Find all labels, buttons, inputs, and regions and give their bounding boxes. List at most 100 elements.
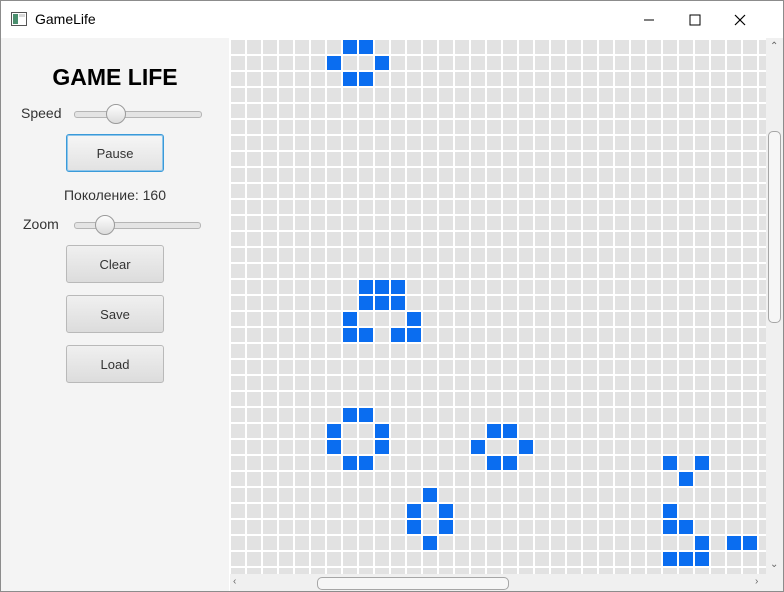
dead-cell[interactable] <box>551 120 565 134</box>
dead-cell[interactable] <box>279 200 293 214</box>
dead-cell[interactable] <box>567 376 581 390</box>
dead-cell[interactable] <box>567 504 581 518</box>
dead-cell[interactable] <box>359 536 373 550</box>
dead-cell[interactable] <box>231 376 245 390</box>
live-cell[interactable] <box>359 72 373 86</box>
dead-cell[interactable] <box>583 456 597 470</box>
scroll-right-icon[interactable]: › <box>755 577 758 587</box>
dead-cell[interactable] <box>487 296 501 310</box>
dead-cell[interactable] <box>535 152 549 166</box>
dead-cell[interactable] <box>231 344 245 358</box>
dead-cell[interactable] <box>407 456 421 470</box>
dead-cell[interactable] <box>279 88 293 102</box>
dead-cell[interactable] <box>647 152 661 166</box>
dead-cell[interactable] <box>567 312 581 326</box>
dead-cell[interactable] <box>743 264 757 278</box>
dead-cell[interactable] <box>439 200 453 214</box>
dead-cell[interactable] <box>263 328 277 342</box>
dead-cell[interactable] <box>247 440 261 454</box>
dead-cell[interactable] <box>551 232 565 246</box>
dead-cell[interactable] <box>679 72 693 86</box>
dead-cell[interactable] <box>471 408 485 422</box>
dead-cell[interactable] <box>599 408 613 422</box>
dead-cell[interactable] <box>407 56 421 70</box>
dead-cell[interactable] <box>231 328 245 342</box>
dead-cell[interactable] <box>327 104 341 118</box>
live-cell[interactable] <box>663 456 677 470</box>
dead-cell[interactable] <box>455 56 469 70</box>
dead-cell[interactable] <box>487 552 501 566</box>
dead-cell[interactable] <box>519 232 533 246</box>
dead-cell[interactable] <box>535 552 549 566</box>
dead-cell[interactable] <box>535 328 549 342</box>
dead-cell[interactable] <box>663 408 677 422</box>
dead-cell[interactable] <box>599 216 613 230</box>
dead-cell[interactable] <box>407 536 421 550</box>
dead-cell[interactable] <box>631 456 645 470</box>
dead-cell[interactable] <box>231 200 245 214</box>
dead-cell[interactable] <box>711 264 725 278</box>
dead-cell[interactable] <box>247 232 261 246</box>
dead-cell[interactable] <box>407 344 421 358</box>
dead-cell[interactable] <box>631 72 645 86</box>
dead-cell[interactable] <box>647 248 661 262</box>
dead-cell[interactable] <box>455 520 469 534</box>
dead-cell[interactable] <box>535 520 549 534</box>
dead-cell[interactable] <box>343 344 357 358</box>
dead-cell[interactable] <box>247 312 261 326</box>
dead-cell[interactable] <box>647 456 661 470</box>
dead-cell[interactable] <box>295 488 309 502</box>
dead-cell[interactable] <box>263 296 277 310</box>
dead-cell[interactable] <box>407 552 421 566</box>
dead-cell[interactable] <box>583 136 597 150</box>
dead-cell[interactable] <box>247 56 261 70</box>
dead-cell[interactable] <box>295 344 309 358</box>
dead-cell[interactable] <box>247 328 261 342</box>
dead-cell[interactable] <box>279 376 293 390</box>
dead-cell[interactable] <box>727 56 741 70</box>
dead-cell[interactable] <box>407 376 421 390</box>
dead-cell[interactable] <box>599 200 613 214</box>
dead-cell[interactable] <box>647 200 661 214</box>
dead-cell[interactable] <box>599 504 613 518</box>
dead-cell[interactable] <box>359 56 373 70</box>
dead-cell[interactable] <box>263 152 277 166</box>
dead-cell[interactable] <box>295 152 309 166</box>
dead-cell[interactable] <box>583 360 597 374</box>
dead-cell[interactable] <box>487 392 501 406</box>
dead-cell[interactable] <box>567 360 581 374</box>
dead-cell[interactable] <box>343 136 357 150</box>
dead-cell[interactable] <box>295 504 309 518</box>
dead-cell[interactable] <box>679 104 693 118</box>
dead-cell[interactable] <box>567 40 581 54</box>
dead-cell[interactable] <box>327 264 341 278</box>
dead-cell[interactable] <box>359 424 373 438</box>
dead-cell[interactable] <box>567 280 581 294</box>
dead-cell[interactable] <box>263 88 277 102</box>
dead-cell[interactable] <box>759 312 766 326</box>
dead-cell[interactable] <box>263 200 277 214</box>
dead-cell[interactable] <box>551 216 565 230</box>
dead-cell[interactable] <box>503 136 517 150</box>
live-cell[interactable] <box>439 504 453 518</box>
dead-cell[interactable] <box>343 120 357 134</box>
live-cell[interactable] <box>391 296 405 310</box>
dead-cell[interactable] <box>471 344 485 358</box>
dead-cell[interactable] <box>711 280 725 294</box>
dead-cell[interactable] <box>647 552 661 566</box>
dead-cell[interactable] <box>599 248 613 262</box>
dead-cell[interactable] <box>631 440 645 454</box>
dead-cell[interactable] <box>487 120 501 134</box>
dead-cell[interactable] <box>695 104 709 118</box>
dead-cell[interactable] <box>695 360 709 374</box>
dead-cell[interactable] <box>279 120 293 134</box>
live-cell[interactable] <box>375 440 389 454</box>
dead-cell[interactable] <box>679 456 693 470</box>
dead-cell[interactable] <box>407 216 421 230</box>
live-cell[interactable] <box>407 328 421 342</box>
dead-cell[interactable] <box>711 88 725 102</box>
dead-cell[interactable] <box>583 104 597 118</box>
dead-cell[interactable] <box>247 40 261 54</box>
live-cell[interactable] <box>423 488 437 502</box>
dead-cell[interactable] <box>567 488 581 502</box>
